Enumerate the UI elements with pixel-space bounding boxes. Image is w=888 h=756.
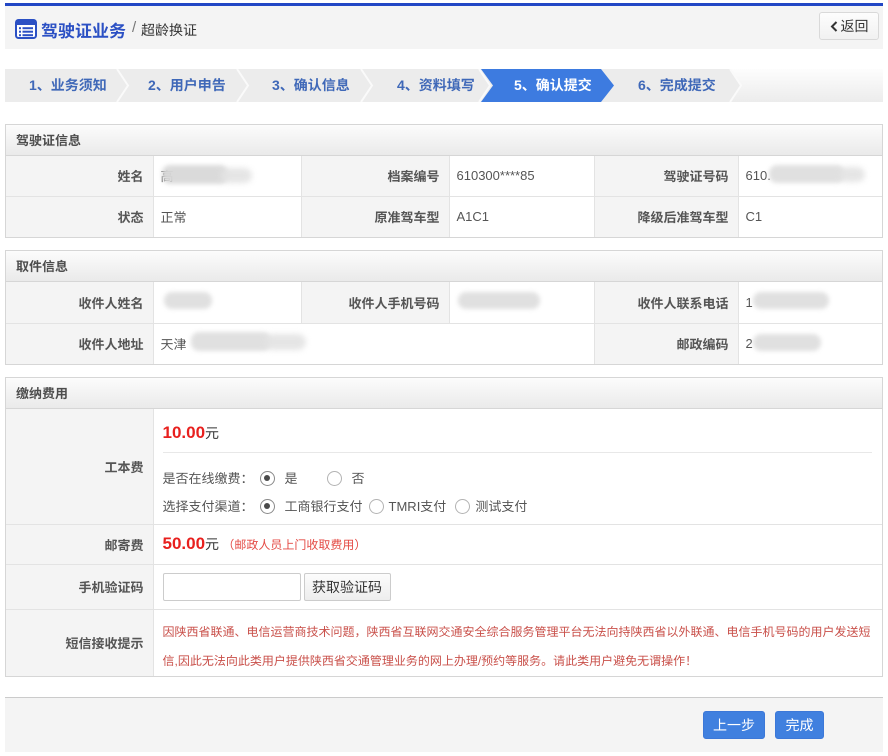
svg-text:1、业务须知: 1、业务须知 (29, 77, 107, 93)
svg-text:6、完成提交: 6、完成提交 (638, 77, 716, 93)
svg-text:2、用户申告: 2、用户申告 (148, 77, 226, 93)
svg-text:4、资料填写: 4、资料填写 (397, 77, 475, 93)
svg-text:3、确认信息: 3、确认信息 (272, 77, 350, 93)
svg-text:5、确认提交: 5、确认提交 (514, 77, 592, 93)
